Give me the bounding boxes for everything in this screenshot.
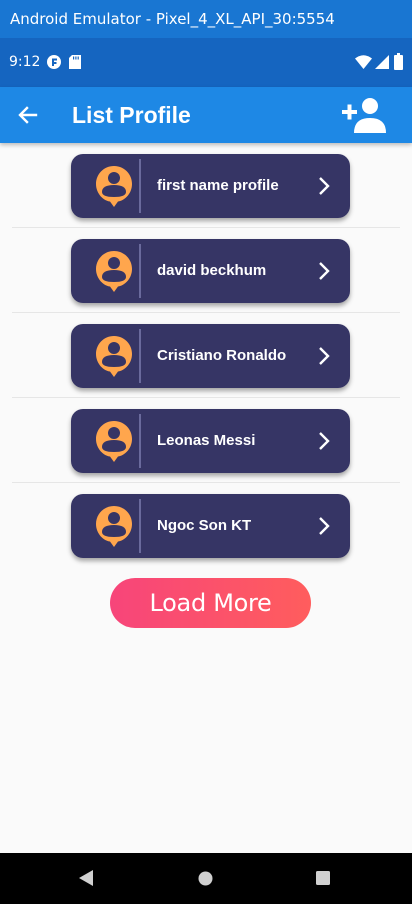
person-pin-icon: [96, 251, 132, 292]
app-bar: List Profile: [0, 87, 412, 143]
battery-icon: [394, 53, 403, 70]
profile-card[interactable]: david beckhum: [71, 239, 350, 303]
back-nav-icon[interactable]: [78, 869, 94, 887]
status-time: 9:12: [9, 54, 41, 70]
profile-card[interactable]: Leonas Messi: [71, 409, 350, 473]
page-title: List Profile: [72, 102, 191, 128]
profile-name: Ngoc Son KT: [157, 517, 252, 534]
list-item: david beckhum: [0, 228, 412, 313]
card-divider: [139, 499, 141, 553]
profile-card[interactable]: first name profile: [71, 154, 350, 218]
profile-card[interactable]: Cristiano Ronaldo: [71, 324, 350, 388]
signal-icon: [375, 55, 389, 69]
profile-name: Cristiano Ronaldo: [157, 347, 287, 364]
flutter-debug-icon: [47, 55, 61, 69]
list-item: Ngoc Son KT: [0, 483, 412, 568]
system-nav-bar: [0, 853, 412, 904]
profile-name: first name profile: [157, 177, 279, 194]
chevron-right-icon: [319, 347, 330, 365]
list-item: first name profile: [0, 143, 412, 228]
profile-name: Leonas Messi: [157, 432, 256, 449]
person-pin-icon: [96, 166, 132, 207]
profile-name: david beckhum: [157, 262, 267, 279]
chevron-right-icon: [319, 262, 330, 280]
add-user-button[interactable]: [338, 93, 392, 137]
wifi-icon: [355, 55, 372, 69]
card-divider: [139, 329, 141, 383]
person-pin-icon: [96, 336, 132, 377]
card-divider: [139, 159, 141, 213]
status-bar: 9:12: [0, 38, 412, 87]
recents-nav-icon[interactable]: [316, 871, 330, 885]
person-add-icon: [342, 98, 386, 133]
card-divider: [139, 244, 141, 298]
person-pin-icon: [96, 421, 132, 462]
chevron-right-icon: [319, 177, 330, 195]
back-button[interactable]: [10, 97, 46, 133]
list-item: Cristiano Ronaldo: [0, 313, 412, 398]
chevron-right-icon: [319, 517, 330, 535]
chevron-right-icon: [319, 432, 330, 450]
emulator-title-bar: Android Emulator - Pixel_4_XL_API_30:555…: [0, 0, 412, 38]
person-pin-icon: [96, 506, 132, 547]
home-nav-icon[interactable]: [198, 871, 213, 886]
load-more-button[interactable]: Load More: [110, 578, 311, 628]
emulator-title: Android Emulator - Pixel_4_XL_API_30:555…: [10, 10, 335, 28]
card-divider: [139, 414, 141, 468]
profile-card[interactable]: Ngoc Son KT: [71, 494, 350, 558]
list-item: Leonas Messi: [0, 398, 412, 483]
profile-list: first name profile david beckhum Cristia…: [0, 143, 412, 568]
arrow-back-icon: [18, 106, 38, 124]
sd-card-icon: [69, 55, 81, 69]
